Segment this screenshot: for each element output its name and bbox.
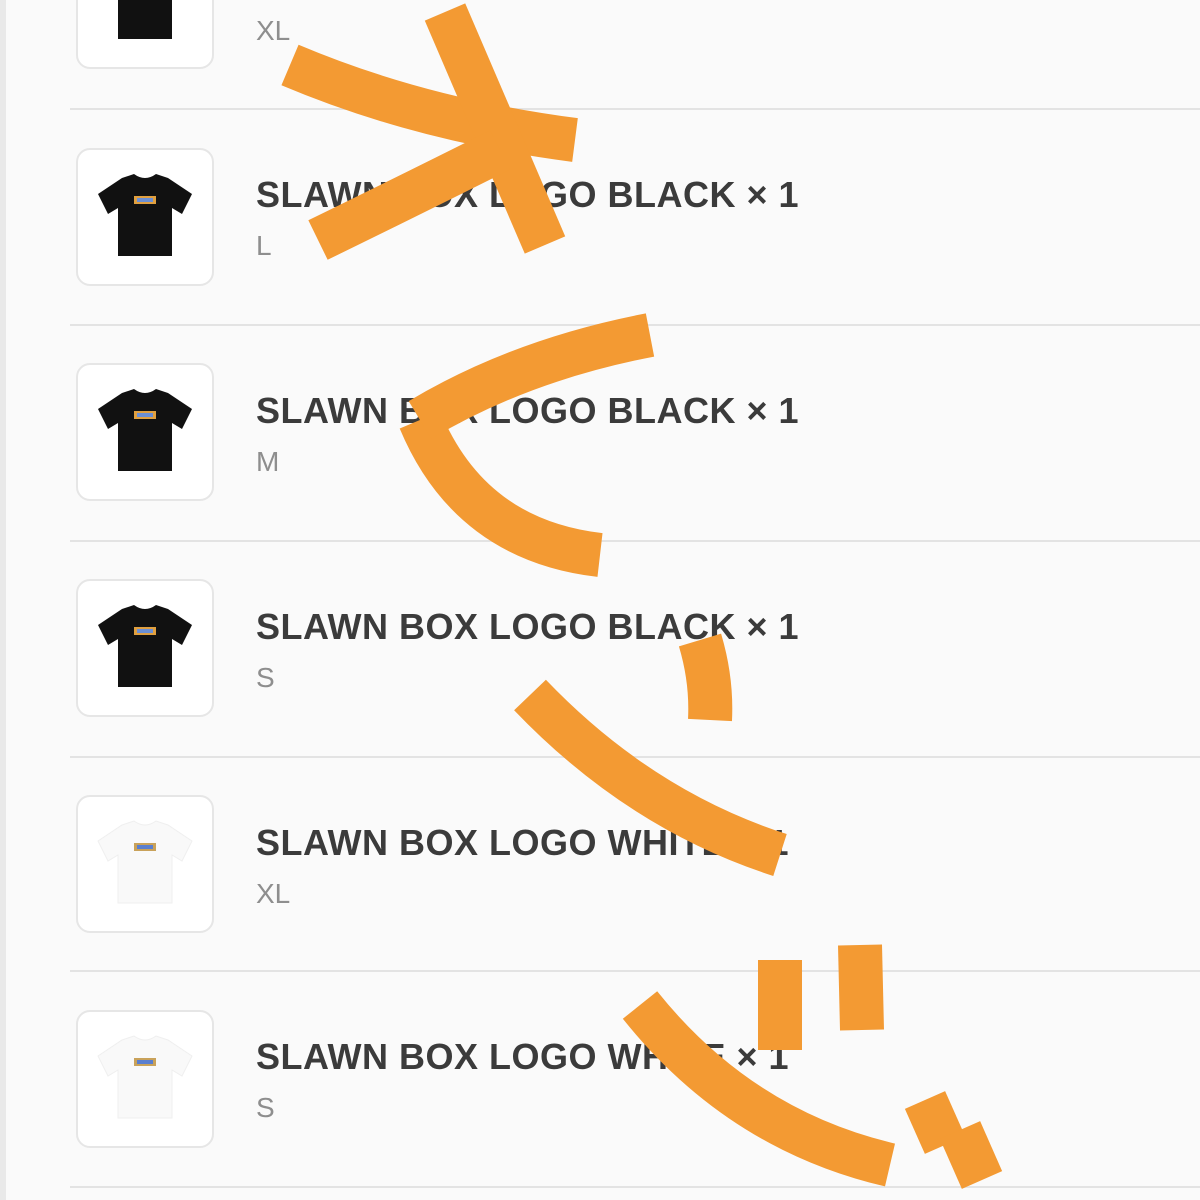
item-title: SLAWN BOX LOGO BLACK × 1: [256, 390, 800, 431]
product-thumbnail[interactable]: [76, 579, 214, 717]
list-item[interactable]: SLAWN BOX LOGO WHITE × 1 XL: [0, 758, 1200, 973]
list-item[interactable]: SLAWN BOX LOGO WHITE × 1 S: [0, 972, 1200, 1187]
tshirt-black-icon: [98, 389, 192, 471]
order-items-screen: XL SLAWN BOX LOGO BLACK × 1 L SLAWN BOX …: [0, 0, 1200, 1200]
tshirt-black-icon: [98, 605, 192, 687]
product-thumbnail[interactable]: [76, 0, 214, 69]
product-thumbnail[interactable]: [76, 148, 214, 286]
product-thumbnail[interactable]: [76, 1010, 214, 1148]
item-title: SLAWN BOX LOGO BLACK × 1: [256, 174, 800, 215]
product-thumbnail[interactable]: [76, 795, 214, 933]
item-title: SLAWN BOX LOGO WHITE × 1: [256, 822, 790, 863]
item-title: SLAWN BOX LOGO BLACK × 1: [256, 606, 800, 647]
tshirt-white-icon: [97, 1035, 193, 1119]
tshirt-white-icon: [97, 820, 193, 904]
divider: [70, 1186, 1200, 1188]
list-item[interactable]: SLAWN BOX LOGO BLACK × 1 L: [0, 110, 1200, 325]
item-size: S: [256, 662, 275, 693]
item-size: M: [256, 446, 280, 477]
item-size: XL: [256, 15, 291, 46]
list-item[interactable]: SLAWN BOX LOGO BLACK × 1 M: [0, 326, 1200, 541]
tshirt-black-icon: [98, 174, 192, 256]
item-size: L: [256, 230, 272, 261]
tshirt-black-icon: [118, 0, 172, 39]
item-size: S: [256, 1092, 275, 1123]
product-thumbnail[interactable]: [76, 363, 214, 501]
item-title: SLAWN BOX LOGO WHITE × 1: [256, 1036, 790, 1077]
list-item[interactable]: SLAWN BOX LOGO BLACK × 1 S: [0, 542, 1200, 757]
item-size: XL: [256, 878, 291, 909]
list-item[interactable]: XL: [0, 0, 1200, 110]
